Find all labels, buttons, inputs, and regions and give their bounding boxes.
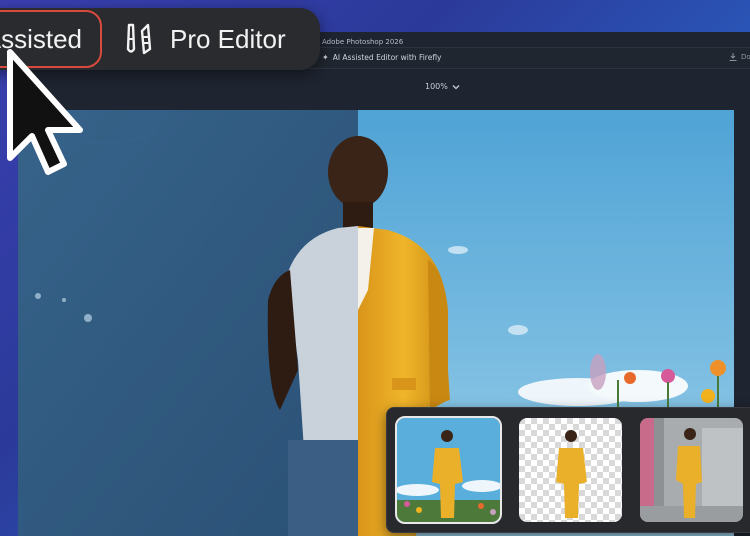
pro-editor-label: Pro Editor xyxy=(170,23,286,54)
download-icon[interactable] xyxy=(728,52,738,62)
sparkle-icon: ✦ xyxy=(322,53,329,62)
variation-thumb-1[interactable] xyxy=(395,416,502,524)
editor-mode-text: AI Assisted Editor with Firefly xyxy=(332,53,442,62)
pro-editor-button[interactable]: Pro Editor xyxy=(122,14,286,64)
arrow-cursor-icon xyxy=(7,49,83,175)
variations-panel xyxy=(386,407,750,533)
variation-thumb-3[interactable] xyxy=(640,418,743,522)
download-label[interactable]: Do xyxy=(741,53,750,61)
chevron-down-icon xyxy=(452,84,460,89)
zoom-dropdown[interactable]: 100% xyxy=(425,82,460,91)
editor-mode-label[interactable]: ✦ AI Assisted Editor with Firefly xyxy=(322,53,442,62)
brush-pencil-icon xyxy=(126,23,152,55)
variation-thumb-2[interactable] xyxy=(519,418,622,522)
app-title: Adobe Photoshop 2026 xyxy=(322,38,404,46)
zoom-value: 100% xyxy=(425,82,448,91)
